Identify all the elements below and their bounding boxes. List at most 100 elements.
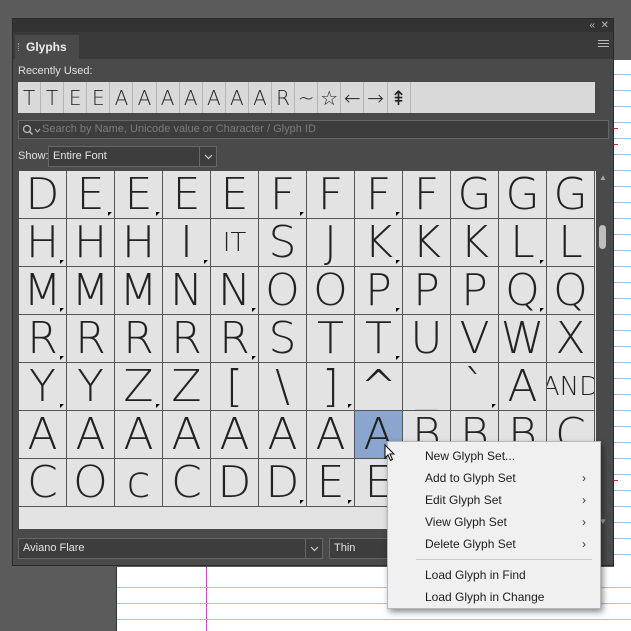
context-menu-item[interactable]: Delete Glyph Set ›: [388, 533, 600, 555]
glyph-cell[interactable]: R: [67, 315, 115, 363]
alternates-indicator-icon[interactable]: [60, 260, 64, 264]
font-family-dropdown[interactable]: Aviano Flare: [18, 538, 323, 559]
glyph-cell[interactable]: A: [307, 411, 355, 459]
glyph-cell[interactable]: X: [547, 315, 595, 363]
glyph-cell[interactable]: T: [307, 315, 355, 363]
glyph-cell[interactable]: E: [115, 171, 163, 219]
alternates-indicator-icon[interactable]: [60, 356, 64, 360]
glyph-cell[interactable]: E: [307, 459, 355, 507]
glyph-cell[interactable]: M: [115, 267, 163, 315]
search-icon[interactable]: [22, 124, 42, 136]
glyph-cell[interactable]: K: [403, 219, 451, 267]
glyph-cell[interactable]: G: [451, 171, 499, 219]
recent-glyph[interactable]: T: [41, 82, 65, 113]
recent-glyph[interactable]: →: [364, 82, 388, 113]
tab-glyphs[interactable]: Glyphs: [15, 35, 79, 59]
context-menu-item[interactable]: Add to Glyph Set ›: [388, 467, 600, 489]
recent-glyph[interactable]: ←: [341, 82, 365, 113]
glyph-cell[interactable]: ]: [307, 363, 355, 411]
glyph-cell[interactable]: C: [19, 459, 67, 507]
glyph-cell[interactable]: _: [403, 363, 451, 411]
glyph-cell[interactable]: I: [163, 219, 211, 267]
glyph-cell[interactable]: A: [259, 411, 307, 459]
close-panel-button[interactable]: ✕: [601, 19, 609, 32]
glyph-cell[interactable]: J: [307, 219, 355, 267]
alternates-indicator-icon[interactable]: [348, 500, 352, 504]
glyph-cell[interactable]: Q: [499, 267, 547, 315]
context-menu-item[interactable]: Edit Glyph Set ›: [388, 489, 600, 511]
glyph-cell[interactable]: `: [451, 363, 499, 411]
glyph-cell[interactable]: W: [499, 315, 547, 363]
glyph-cell[interactable]: E: [163, 171, 211, 219]
chevron-down-icon[interactable]: [199, 147, 216, 166]
recent-glyph[interactable]: A: [226, 82, 249, 113]
alternates-indicator-icon[interactable]: [60, 404, 64, 408]
alternates-indicator-icon[interactable]: [108, 212, 112, 216]
glyph-cell[interactable]: \: [259, 363, 307, 411]
recent-glyph[interactable]: T: [18, 82, 42, 113]
glyph-cell[interactable]: F: [355, 171, 403, 219]
show-dropdown[interactable]: Entire Font: [48, 146, 217, 167]
recent-glyph[interactable]: E: [87, 82, 111, 113]
alternates-indicator-icon[interactable]: [60, 308, 64, 312]
alternates-indicator-icon[interactable]: [300, 212, 304, 216]
glyph-cell[interactable]: L: [499, 219, 547, 267]
context-menu-item[interactable]: Load Glyph in Change: [388, 586, 600, 608]
glyph-cell[interactable]: C: [163, 459, 211, 507]
glyph-cell[interactable]: K: [451, 219, 499, 267]
glyph-cell[interactable]: R: [19, 315, 67, 363]
alternates-indicator-icon[interactable]: [540, 260, 544, 264]
glyph-cell[interactable]: P: [451, 267, 499, 315]
alternates-indicator-icon[interactable]: [396, 356, 400, 360]
glyph-cell[interactable]: O: [259, 267, 307, 315]
glyph-cell[interactable]: A: [211, 411, 259, 459]
glyph-cell[interactable]: O: [307, 267, 355, 315]
glyph-cell[interactable]: K: [355, 219, 403, 267]
glyph-cell[interactable]: D: [19, 171, 67, 219]
glyph-cell[interactable]: R: [163, 315, 211, 363]
glyph-cell[interactable]: N: [163, 267, 211, 315]
glyph-cell[interactable]: A: [499, 363, 547, 411]
scroll-thumb[interactable]: [599, 225, 606, 249]
glyph-cell[interactable]: F: [403, 171, 451, 219]
recent-glyph[interactable]: ☆: [318, 82, 342, 113]
glyph-cell[interactable]: P: [403, 267, 451, 315]
scroll-up-icon[interactable]: ▲: [598, 173, 608, 183]
alternates-indicator-icon[interactable]: [396, 212, 400, 216]
recent-glyph[interactable]: E: [64, 82, 88, 113]
glyph-cell[interactable]: AND: [547, 363, 595, 411]
glyph-cell[interactable]: V: [451, 315, 499, 363]
glyph-cell[interactable]: T: [355, 315, 403, 363]
glyph-cell[interactable]: D: [259, 459, 307, 507]
glyph-cell[interactable]: E: [67, 171, 115, 219]
recent-glyph[interactable]: A: [203, 82, 226, 113]
glyph-cell[interactable]: S: [259, 219, 307, 267]
glyph-cell[interactable]: [: [211, 363, 259, 411]
context-menu-item[interactable]: Load Glyph in Find: [388, 564, 600, 586]
alternates-indicator-icon[interactable]: [396, 260, 400, 264]
recent-glyph[interactable]: A: [133, 82, 157, 113]
glyph-cell[interactable]: U: [403, 315, 451, 363]
glyph-cell[interactable]: A: [115, 411, 163, 459]
context-menu-item[interactable]: View Glyph Set ›: [388, 511, 600, 533]
glyph-cell[interactable]: S: [259, 315, 307, 363]
glyph-cell[interactable]: G: [547, 171, 595, 219]
recent-glyph[interactable]: R: [272, 82, 296, 113]
context-menu-item[interactable]: New Glyph Set...: [388, 445, 600, 467]
glyph-cell[interactable]: G: [499, 171, 547, 219]
alternates-indicator-icon[interactable]: [252, 356, 256, 360]
glyph-cell[interactable]: M: [19, 267, 67, 315]
alternates-indicator-icon[interactable]: [252, 308, 256, 312]
alternates-indicator-icon[interactable]: [396, 308, 400, 312]
glyph-cell[interactable]: O: [67, 459, 115, 507]
collapse-panel-button[interactable]: «: [589, 19, 595, 32]
glyph-cell[interactable]: ^: [355, 363, 403, 411]
recent-glyph[interactable]: A: [180, 82, 203, 113]
glyph-cell[interactable]: R: [115, 315, 163, 363]
recent-glyph[interactable]: A: [157, 82, 180, 113]
panel-titlebar[interactable]: « ✕: [13, 19, 613, 32]
glyph-cell[interactable]: F: [307, 171, 355, 219]
glyph-cell[interactable]: Q: [547, 267, 595, 315]
alternates-indicator-icon[interactable]: [348, 404, 352, 408]
alternates-indicator-icon[interactable]: [300, 500, 304, 504]
